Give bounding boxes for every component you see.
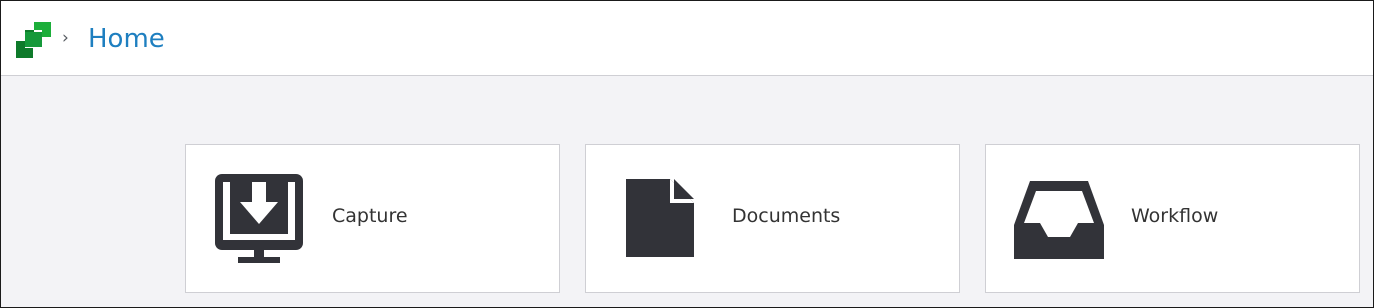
app-logo-icon[interactable] <box>14 20 54 60</box>
documents-tile-label: Documents <box>732 205 841 227</box>
breadcrumb-home-link[interactable]: Home <box>88 21 165 57</box>
workflow-tile-label: Workflow <box>1131 205 1219 227</box>
documents-tile[interactable]: Documents <box>585 144 960 293</box>
capture-monitor-download-icon <box>215 174 303 263</box>
workflow-tile[interactable]: Workflow <box>985 144 1360 293</box>
breadcrumb-separator: › <box>62 28 69 48</box>
app-window: › Home Capture Documents Workflow <box>0 0 1374 308</box>
document-icon <box>626 179 694 257</box>
capture-tile[interactable]: Capture <box>185 144 560 293</box>
capture-tile-label: Capture <box>332 205 408 227</box>
top-bar: › Home <box>1 1 1373 76</box>
inbox-tray-icon <box>1014 181 1104 259</box>
